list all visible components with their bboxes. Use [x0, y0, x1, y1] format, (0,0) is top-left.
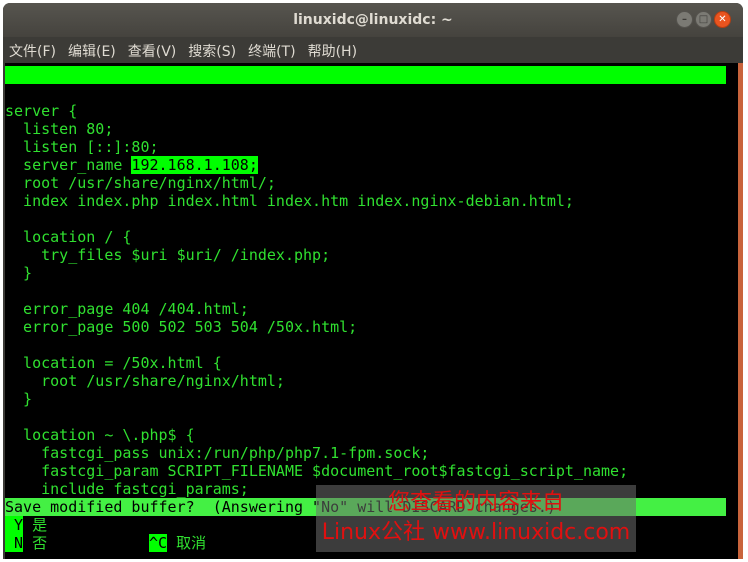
option-yes[interactable]: Y 是 — [5, 516, 47, 534]
watermark-line1: 您查看的内容来自 — [387, 490, 564, 515]
code-line: fastcgi_pass unix:/run/php/php7.1-fpm.so… — [5, 444, 429, 462]
code-line: } — [5, 264, 32, 282]
selected-text: 192.168.1.108; — [131, 156, 258, 174]
nano-version: GNU nano 2.8.6 — [23, 84, 150, 102]
title-bar: linuxidc@linuxidc: ~ – □ ✕ — [3, 3, 743, 37]
minimize-icon[interactable]: – — [676, 11, 693, 28]
menu-help[interactable]: 帮助(H) — [308, 41, 357, 61]
window-title: linuxidc@linuxidc: ~ — [293, 12, 453, 28]
code-line: location = /50x.html { — [5, 354, 222, 372]
code-line: server_name 192.168.1.108; — [5, 156, 258, 174]
code-text: } — [5, 264, 33, 282]
no-label: 否 — [32, 534, 48, 552]
yes-key[interactable]: Y — [5, 516, 24, 534]
cancel-label: 取消 — [176, 534, 207, 552]
menu-search[interactable]: 搜索(S) — [188, 41, 236, 61]
code-text: error_page 404 /404.html; — [5, 300, 249, 318]
code-text: listen [::]:80; — [5, 138, 159, 156]
code-text: location / { — [5, 228, 132, 246]
code-line: error_page 404 /404.html; — [5, 300, 249, 318]
menu-file[interactable]: 文件(F) — [9, 41, 56, 61]
close-icon[interactable]: ✕ — [714, 11, 731, 28]
code-text: location ~ \.php$ { — [5, 426, 195, 444]
file-label: 文件： — [231, 102, 277, 120]
menu-bar: 文件(F) 编辑(E) 查看(V) 搜索(S) 终端(T) 帮助(H) — [3, 37, 743, 65]
cancel-key[interactable]: ^C — [149, 534, 168, 552]
code-line: root /usr/share/nginx/html; — [5, 372, 285, 390]
code-line: root /usr/share/nginx/html/; — [5, 174, 276, 192]
code-text: try_files $uri $uri/ /index.php; — [5, 246, 331, 264]
menu-terminal[interactable]: 终端(T) — [248, 41, 295, 61]
menu-view[interactable]: 查看(V) — [128, 41, 177, 61]
yes-label: 是 — [32, 516, 48, 534]
code-line: location ~ \.php$ { — [5, 426, 195, 444]
code-line: server { — [5, 102, 77, 120]
watermark: 您查看的内容来自 Linux公社 www.linuxidc.com — [316, 485, 636, 552]
nano-header: GNU nano 2.8.6 文件： /etc/nginx/conf.d/def… — [5, 66, 726, 156]
code-line: try_files $uri $uri/ /index.php; — [5, 246, 330, 264]
code-text: root /usr/share/nginx/html/; — [5, 174, 276, 192]
scrollbar[interactable] — [738, 63, 743, 559]
code-text: index index.php index.html index.htm ind… — [5, 192, 574, 210]
code-line: include fastcgi_params; — [5, 480, 249, 498]
code-line: index index.php index.html index.htm ind… — [5, 192, 574, 210]
no-key[interactable]: N — [5, 534, 24, 552]
modified-status: 已更改 — [655, 138, 701, 156]
code-text: fastcgi_param SCRIPT_FILENAME $document_… — [5, 462, 629, 480]
code-line: fastcgi_param SCRIPT_FILENAME $document_… — [5, 462, 628, 480]
code-text: error_page 500 502 503 504 /50x.html; — [5, 318, 358, 336]
code-line: } — [5, 390, 32, 408]
code-text: include fastcgi_params; — [5, 480, 249, 498]
code-text: listen 80; — [5, 120, 114, 138]
menu-edit[interactable]: 编辑(E) — [68, 41, 116, 61]
code-text: root /usr/share/nginx/html; — [5, 372, 285, 390]
code-text: } — [5, 390, 33, 408]
code-line: listen 80; — [5, 120, 113, 138]
code-line: location / { — [5, 228, 131, 246]
code-line: listen [::]:80; — [5, 138, 159, 156]
option-no[interactable]: N 否 — [5, 534, 47, 552]
code-line: error_page 500 502 503 504 /50x.html; — [5, 318, 357, 336]
option-cancel[interactable]: ^C 取消 — [149, 534, 206, 552]
file-path: /etc/nginx/conf.d/default.conf — [294, 120, 565, 138]
code-text: fastcgi_pass unix:/run/php/php7.1-fpm.so… — [5, 444, 430, 462]
code-text: server { — [5, 102, 78, 120]
code-text: location = /50x.html { — [5, 354, 222, 372]
maximize-icon[interactable]: □ — [695, 11, 712, 28]
watermark-line2: Linux公社 www.linuxidc.com — [321, 520, 631, 545]
code-text: server_name — [5, 156, 132, 174]
